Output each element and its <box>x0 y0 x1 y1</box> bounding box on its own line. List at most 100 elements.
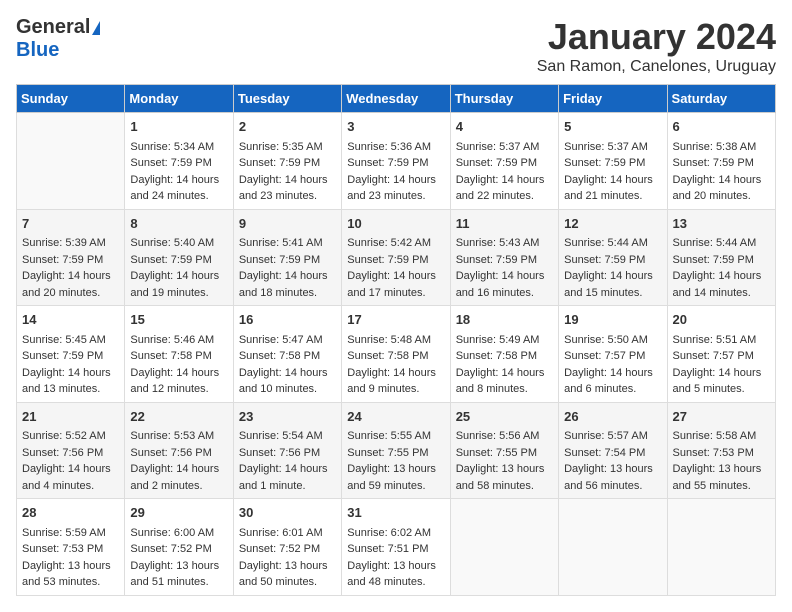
calendar-cell: 2Sunrise: 5:35 AMSunset: 7:59 PMDaylight… <box>233 113 341 210</box>
sunset-text: Sunset: 7:58 PM <box>130 350 211 362</box>
daylight-text: Daylight: 14 hours and 2 minutes. <box>130 463 219 492</box>
sunrise-text: Sunrise: 5:56 AM <box>456 430 540 442</box>
calendar-cell: 21Sunrise: 5:52 AMSunset: 7:56 PMDayligh… <box>17 402 125 499</box>
calendar-cell: 24Sunrise: 5:55 AMSunset: 7:55 PMDayligh… <box>342 402 450 499</box>
calendar-week-row: 21Sunrise: 5:52 AMSunset: 7:56 PMDayligh… <box>17 402 776 499</box>
day-number: 7 <box>22 214 119 234</box>
sunrise-text: Sunrise: 5:43 AM <box>456 237 540 249</box>
sunrise-text: Sunrise: 5:40 AM <box>130 237 214 249</box>
daylight-text: Daylight: 13 hours and 55 minutes. <box>673 463 762 492</box>
day-number: 24 <box>347 407 444 427</box>
sunrise-text: Sunrise: 5:42 AM <box>347 237 431 249</box>
sunrise-text: Sunrise: 5:44 AM <box>673 237 757 249</box>
daylight-text: Daylight: 14 hours and 18 minutes. <box>239 270 328 299</box>
sunrise-text: Sunrise: 5:48 AM <box>347 334 431 346</box>
sunset-text: Sunset: 7:55 PM <box>347 447 428 459</box>
day-number: 4 <box>456 117 553 137</box>
day-number: 17 <box>347 310 444 330</box>
daylight-text: Daylight: 14 hours and 4 minutes. <box>22 463 111 492</box>
calendar-week-row: 7 Sunrise: 5:39 AM Sunset: 7:59 PM Daylight… <box>17 209 776 306</box>
calendar-cell: 23Sunrise: 5:54 AMSunset: 7:56 PMDayligh… <box>233 402 341 499</box>
sunset-text: Sunset: 7:58 PM <box>456 350 537 362</box>
calendar-cell: 13 Sunrise: 5:44 AM Sunset: 7:59 PM Dayligh… <box>667 209 775 306</box>
sunrise-text: Sunrise: 5:47 AM <box>239 334 323 346</box>
calendar-cell <box>17 113 125 210</box>
sunset-text: Sunset: 7:59 PM <box>673 157 754 169</box>
weekday-header-thursday: Thursday <box>450 85 558 113</box>
calendar-cell: 29Sunrise: 6:00 AMSunset: 7:52 PMDayligh… <box>125 499 233 596</box>
sunset-text: Sunset: 7:59 PM <box>239 254 320 266</box>
sunrise-text: Sunrise: 5:55 AM <box>347 430 431 442</box>
sunset-text: Sunset: 7:52 PM <box>130 543 211 555</box>
daylight-text: Daylight: 13 hours and 56 minutes. <box>564 463 653 492</box>
month-year-heading: January 2024 <box>537 16 776 58</box>
day-number: 6 <box>673 117 770 137</box>
day-number: 2 <box>239 117 336 137</box>
daylight-text: Daylight: 14 hours and 12 minutes. <box>130 367 219 396</box>
weekday-header-wednesday: Wednesday <box>342 85 450 113</box>
day-number: 31 <box>347 503 444 523</box>
calendar-cell <box>667 499 775 596</box>
sunset-text: Sunset: 7:59 PM <box>130 157 211 169</box>
page-header: General Blue January 2024 San Ramon, Can… <box>16 16 776 76</box>
calendar-week-row: 28Sunrise: 5:59 AMSunset: 7:53 PMDayligh… <box>17 499 776 596</box>
calendar-cell: 25Sunrise: 5:56 AMSunset: 7:55 PMDayligh… <box>450 402 558 499</box>
sunrise-text: Sunrise: 6:00 AM <box>130 527 214 539</box>
sunset-text: Sunset: 7:59 PM <box>22 350 103 362</box>
calendar-cell: 22Sunrise: 5:53 AMSunset: 7:56 PMDayligh… <box>125 402 233 499</box>
calendar-cell: 10Sunrise: 5:42 AMSunset: 7:59 PMDayligh… <box>342 209 450 306</box>
weekday-header-sunday: Sunday <box>17 85 125 113</box>
calendar-cell: 1Sunrise: 5:34 AMSunset: 7:59 PMDaylight… <box>125 113 233 210</box>
calendar-cell: 17Sunrise: 5:48 AMSunset: 7:58 PMDayligh… <box>342 306 450 403</box>
sunrise-text: Sunrise: 5:51 AM <box>673 334 757 346</box>
sunset-text: Sunset: 7:59 PM <box>673 254 754 266</box>
calendar-cell: 14 Sunrise: 5:45 AM Sunset: 7:59 PM Dayligh… <box>17 306 125 403</box>
daylight-text: Daylight: 13 hours and 51 minutes. <box>130 560 219 589</box>
calendar-cell: 3Sunrise: 5:36 AMSunset: 7:59 PMDaylight… <box>342 113 450 210</box>
sunrise-text: Sunrise: 5:53 AM <box>130 430 214 442</box>
sunrise-text: Sunrise: 5:39 AM <box>22 237 106 249</box>
daylight-text: Daylight: 14 hours and 17 minutes. <box>347 270 436 299</box>
calendar-cell: 9 Sunrise: 5:41 AM Sunset: 7:59 PM Daylight… <box>233 209 341 306</box>
daylight-text: Daylight: 14 hours and 23 minutes. <box>347 174 436 203</box>
day-number: 20 <box>673 310 770 330</box>
daylight-text: Daylight: 14 hours and 23 minutes. <box>239 174 328 203</box>
location-heading: San Ramon, Canelones, Uruguay <box>537 58 776 76</box>
calendar-cell: 6Sunrise: 5:38 AMSunset: 7:59 PMDaylight… <box>667 113 775 210</box>
logo: General Blue <box>16 16 100 62</box>
daylight-text: Daylight: 13 hours and 48 minutes. <box>347 560 436 589</box>
weekday-header-friday: Friday <box>559 85 667 113</box>
sunset-text: Sunset: 7:53 PM <box>22 543 103 555</box>
sunset-text: Sunset: 7:59 PM <box>347 254 428 266</box>
daylight-text: Daylight: 14 hours and 19 minutes. <box>130 270 219 299</box>
sunrise-text: Sunrise: 5:38 AM <box>673 141 757 153</box>
calendar-cell: 20Sunrise: 5:51 AMSunset: 7:57 PMDayligh… <box>667 306 775 403</box>
sunset-text: Sunset: 7:59 PM <box>564 254 645 266</box>
day-number: 28 <box>22 503 119 523</box>
day-number: 13 <box>673 214 770 234</box>
sunrise-text: Sunrise: 5:37 AM <box>456 141 540 153</box>
daylight-text: Daylight: 13 hours and 50 minutes. <box>239 560 328 589</box>
day-number: 22 <box>130 407 227 427</box>
sunset-text: Sunset: 7:56 PM <box>239 447 320 459</box>
sunrise-text: Sunrise: 5:37 AM <box>564 141 648 153</box>
daylight-text: Daylight: 14 hours and 14 minutes. <box>673 270 762 299</box>
sunrise-text: Sunrise: 5:41 AM <box>239 237 323 249</box>
daylight-text: Daylight: 14 hours and 13 minutes. <box>22 367 111 396</box>
sunrise-text: Sunrise: 5:49 AM <box>456 334 540 346</box>
day-number: 27 <box>673 407 770 427</box>
daylight-text: Daylight: 14 hours and 16 minutes. <box>456 270 545 299</box>
calendar-cell: 4Sunrise: 5:37 AMSunset: 7:59 PMDaylight… <box>450 113 558 210</box>
sunrise-text: Sunrise: 5:45 AM <box>22 334 106 346</box>
sunset-text: Sunset: 7:51 PM <box>347 543 428 555</box>
calendar-cell: 19Sunrise: 5:50 AMSunset: 7:57 PMDayligh… <box>559 306 667 403</box>
daylight-text: Daylight: 13 hours and 58 minutes. <box>456 463 545 492</box>
sunrise-text: Sunrise: 5:34 AM <box>130 141 214 153</box>
sunset-text: Sunset: 7:58 PM <box>239 350 320 362</box>
logo-blue-text: Blue <box>16 39 59 62</box>
sunrise-text: Sunrise: 5:46 AM <box>130 334 214 346</box>
calendar-cell: 28Sunrise: 5:59 AMSunset: 7:53 PMDayligh… <box>17 499 125 596</box>
day-number: 9 <box>239 214 336 234</box>
day-number: 14 <box>22 310 119 330</box>
sunrise-text: Sunrise: 5:58 AM <box>673 430 757 442</box>
